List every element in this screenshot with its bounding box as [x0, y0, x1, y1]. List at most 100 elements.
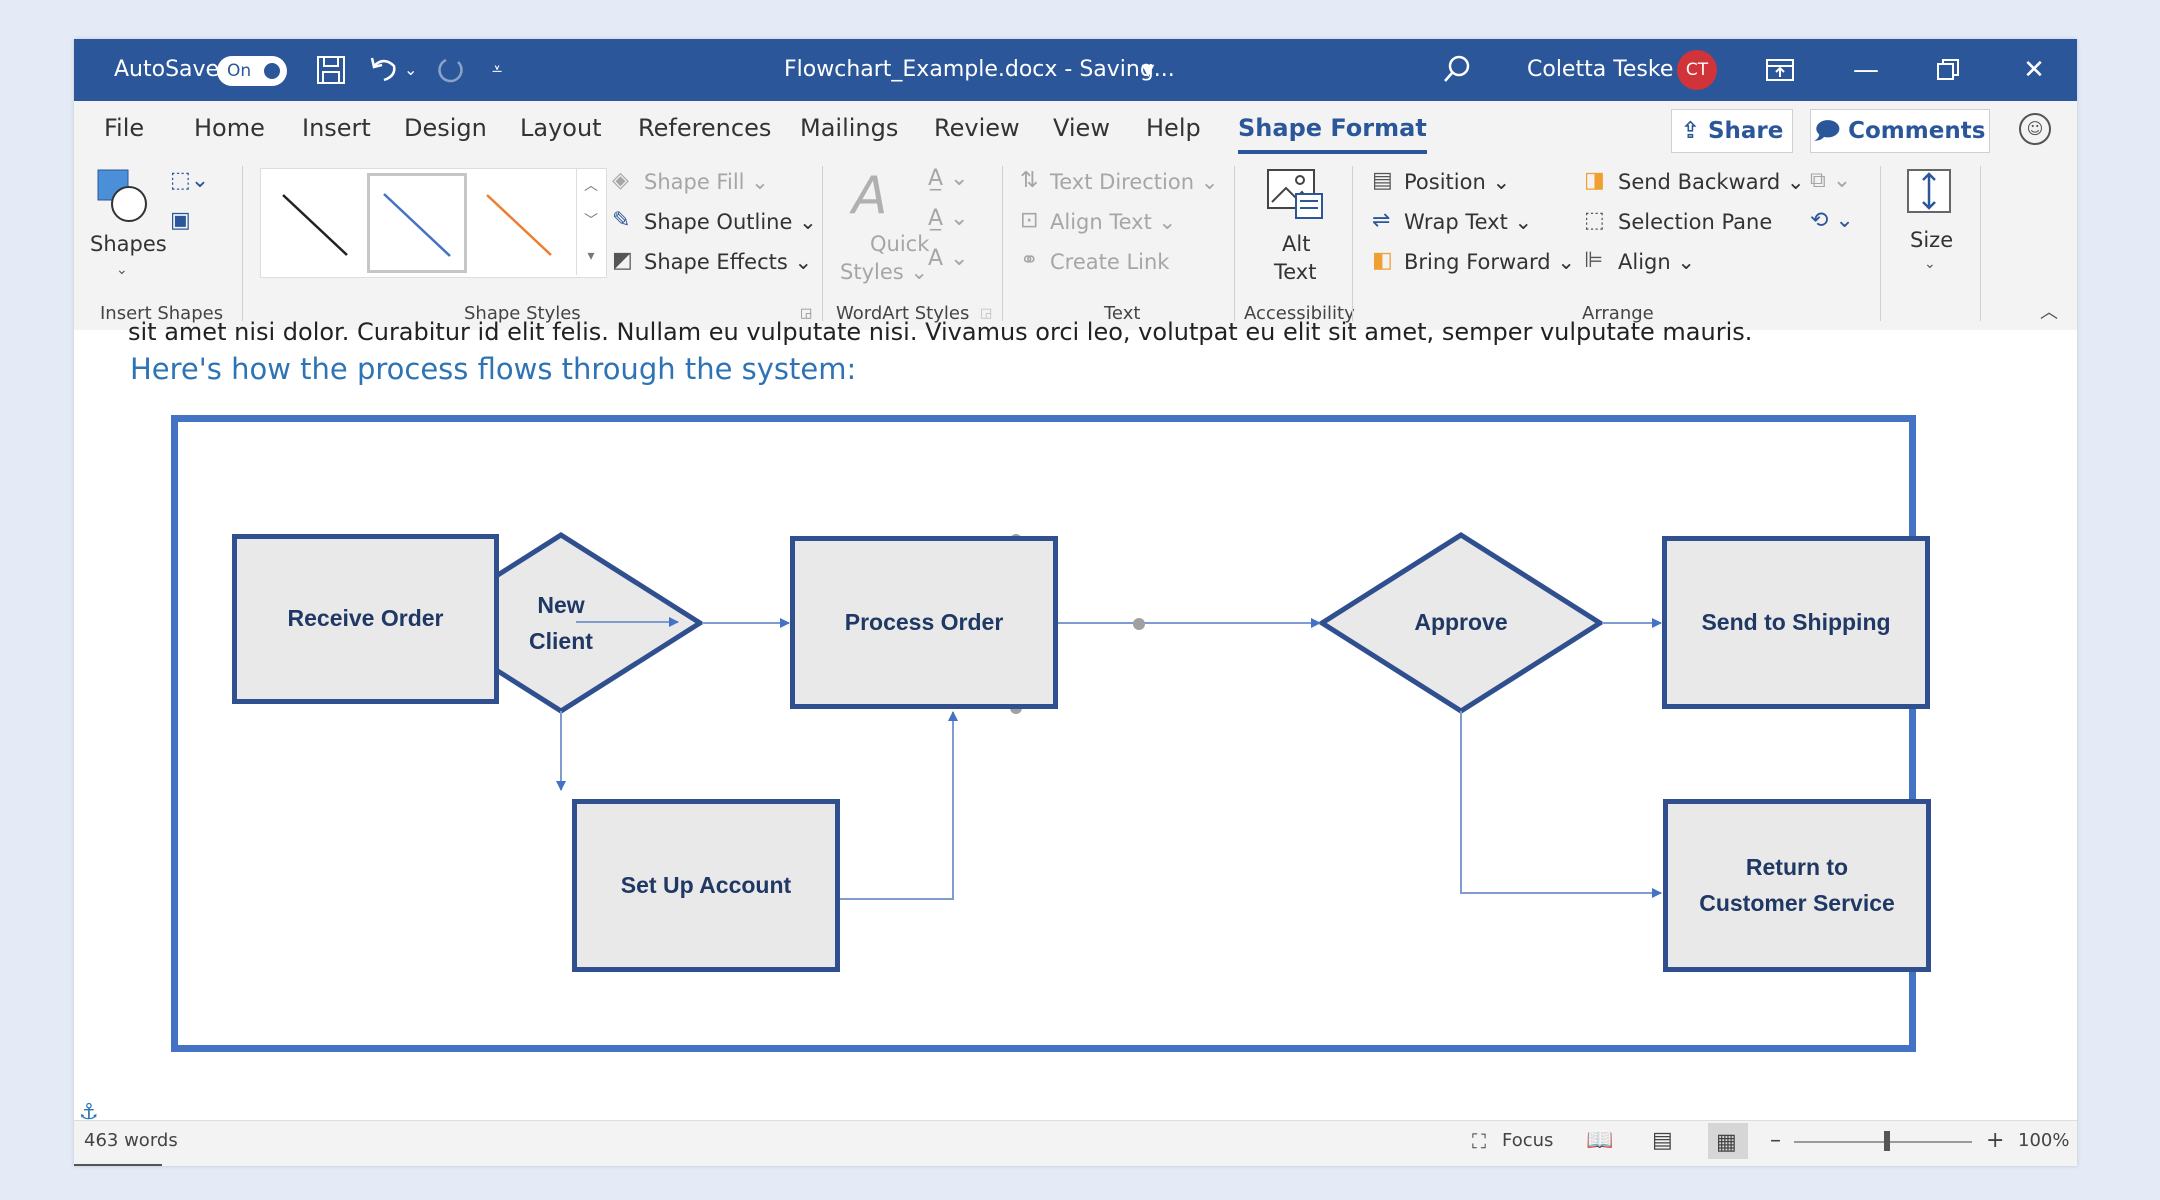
align-icon[interactable]: ⊫: [1584, 248, 1603, 273]
share-button[interactable]: ⇪ Share: [1671, 109, 1793, 153]
quick-styles-line1: Quick: [870, 232, 930, 256]
wrap-text-icon[interactable]: ⇌: [1372, 208, 1390, 233]
toggle-knob: [264, 63, 280, 79]
autosave-toggle[interactable]: On: [217, 56, 287, 86]
title-bar: AutoSave On ⌄ ⩡ Flowchart_Example.docx -…: [74, 39, 2077, 101]
focus-icon[interactable]: ⛶: [1472, 1121, 1486, 1161]
selection-pane-icon[interactable]: ⬚: [1584, 208, 1605, 233]
zoom-in-icon[interactable]: +: [1986, 1121, 2004, 1161]
connector-approve-to-return[interactable]: [1460, 711, 1662, 898]
tab-layout[interactable]: Layout: [520, 101, 602, 158]
connector-setup-to-process[interactable]: [840, 711, 958, 900]
read-mode-icon[interactable]: 📖: [1586, 1121, 1613, 1161]
position-icon[interactable]: ▤: [1372, 168, 1393, 193]
send-backward-icon[interactable]: ◨: [1584, 168, 1605, 193]
undo-icon[interactable]: [366, 52, 400, 86]
tab-home[interactable]: Home: [194, 101, 265, 158]
shapes-icon[interactable]: [96, 168, 152, 224]
shapes-dropdown-icon[interactable]: ⌄: [116, 262, 128, 278]
process-order-box[interactable]: Process Order: [790, 536, 1058, 709]
flowchart-frame[interactable]: Receive Order New Client Process Order Ap…: [171, 415, 1931, 1052]
menu-bar: File Home Insert Design Layout Reference…: [74, 101, 2077, 158]
style-swatch-blue[interactable]: [367, 173, 467, 273]
shapes-label[interactable]: Shapes: [90, 232, 167, 256]
ribbon: Shapes ⌄ ⬚⌄ ▣ Insert Shapes ︿ ﹀ ▾ ◈ Shape …: [74, 158, 2077, 331]
tab-file[interactable]: File: [104, 101, 144, 158]
size-dropdown-icon[interactable]: ⌄: [1924, 256, 1936, 272]
search-icon[interactable]: [1440, 53, 1474, 87]
selection-pane-button[interactable]: Selection Pane: [1618, 210, 1772, 234]
document-title: Flowchart_Example.docx - Saving...: [784, 57, 1175, 82]
feedback-smiley-icon[interactable]: ☺: [2019, 113, 2051, 145]
align-button[interactable]: Align ⌄: [1618, 250, 1695, 274]
send-backward-button[interactable]: Send Backward ⌄: [1618, 170, 1804, 194]
shape-outline-label: Shape Outline: [644, 210, 793, 234]
tab-help[interactable]: Help: [1146, 101, 1201, 158]
focus-button[interactable]: Focus: [1502, 1121, 1553, 1161]
document-canvas[interactable]: sit amet nisi dolor. Curabitur id elit f…: [74, 318, 2077, 1125]
alt-text-line2[interactable]: Text: [1274, 260, 1316, 284]
size-icon[interactable]: [1904, 166, 1954, 216]
alt-text-icon[interactable]: [1266, 168, 1324, 220]
tab-mailings[interactable]: Mailings: [800, 101, 898, 158]
shape-styles-gallery[interactable]: ︿ ﹀ ▾: [260, 168, 607, 278]
group-separator: [1234, 166, 1235, 321]
shape-outline-icon[interactable]: ✎: [612, 208, 630, 233]
shape-fill-label: Shape Fill: [644, 170, 745, 194]
scroll-down-icon[interactable]: ﹀: [577, 204, 605, 239]
close-icon[interactable]: ✕: [2004, 39, 2064, 101]
approve-label: Approve: [1414, 609, 1508, 635]
selection-handle[interactable]: [1133, 618, 1145, 630]
edit-shape-icon[interactable]: ⬚⌄: [170, 168, 209, 193]
receive-order-box[interactable]: Receive Order: [232, 534, 499, 704]
bring-forward-icon[interactable]: ◧: [1372, 248, 1393, 273]
scroll-up-icon[interactable]: ︿: [577, 169, 605, 204]
avatar[interactable]: CT: [1677, 50, 1717, 90]
alt-text-line1[interactable]: Alt: [1282, 232, 1310, 256]
tab-insert[interactable]: Insert: [302, 101, 371, 158]
word-count[interactable]: 463 words: [84, 1121, 178, 1161]
return-to-customer-service-box[interactable]: Return to Customer Service: [1663, 799, 1931, 972]
minimize-icon[interactable]: —: [1836, 39, 1896, 101]
tab-view[interactable]: View: [1053, 101, 1110, 158]
bring-forward-button[interactable]: Bring Forward ⌄: [1404, 250, 1575, 274]
web-layout-button[interactable]: ▦: [1708, 1123, 1748, 1159]
customize-qat-icon[interactable]: ⩡: [492, 39, 502, 101]
shape-effects-icon[interactable]: ◩: [612, 248, 633, 273]
tab-design[interactable]: Design: [404, 101, 487, 158]
title-dropdown-icon[interactable]: ▼: [1142, 39, 1154, 101]
send-to-shipping-box[interactable]: Send to Shipping: [1662, 536, 1930, 709]
collapse-ribbon-icon[interactable]: ︿: [2040, 298, 2058, 324]
comments-button[interactable]: 🗩 Comments: [1810, 109, 1990, 153]
tab-references[interactable]: References: [638, 101, 771, 158]
save-icon[interactable]: [314, 53, 348, 87]
comment-icon: 🗩: [1814, 118, 1849, 144]
zoom-out-icon[interactable]: –: [1770, 1121, 1781, 1161]
gallery-more-icon[interactable]: ▾: [577, 239, 605, 274]
quick-styles-line2: Styles ⌄: [840, 260, 928, 284]
style-swatch-black[interactable]: [265, 173, 365, 273]
style-swatch-orange[interactable]: [469, 173, 569, 273]
text-fill-icon: A̲ ⌄: [928, 166, 969, 191]
ribbon-display-options-icon[interactable]: [1764, 54, 1796, 86]
size-label[interactable]: Size: [1910, 228, 1953, 252]
shape-outline-button[interactable]: Shape Outline ⌄: [644, 210, 817, 234]
undo-dropdown-icon[interactable]: ⌄: [404, 39, 417, 101]
return-label: Return to Customer Service: [1699, 853, 1895, 916]
zoom-level[interactable]: 100%: [2018, 1121, 2069, 1161]
zoom-slider[interactable]: [1794, 1141, 1972, 1143]
rotate-icon[interactable]: ⟲ ⌄: [1810, 208, 1854, 233]
align-text-button: Align Text ⌄: [1050, 210, 1177, 234]
restore-icon[interactable]: [1936, 58, 1960, 82]
wrap-text-button[interactable]: Wrap Text ⌄: [1404, 210, 1532, 234]
zoom-slider-thumb[interactable]: [1884, 1131, 1890, 1151]
tab-review[interactable]: Review: [934, 101, 1020, 158]
text-box-icon[interactable]: ▣: [170, 208, 191, 233]
tab-shape-format[interactable]: Shape Format: [1238, 101, 1427, 158]
print-layout-icon[interactable]: ▤: [1652, 1121, 1673, 1161]
shape-effects-button[interactable]: Shape Effects ⌄: [644, 250, 812, 274]
position-button[interactable]: Position ⌄: [1404, 170, 1510, 194]
gallery-scroll[interactable]: ︿ ﹀ ▾: [576, 169, 605, 275]
set-up-account-box[interactable]: Set Up Account: [572, 799, 840, 972]
user-name[interactable]: Coletta Teske: [1527, 39, 1673, 101]
